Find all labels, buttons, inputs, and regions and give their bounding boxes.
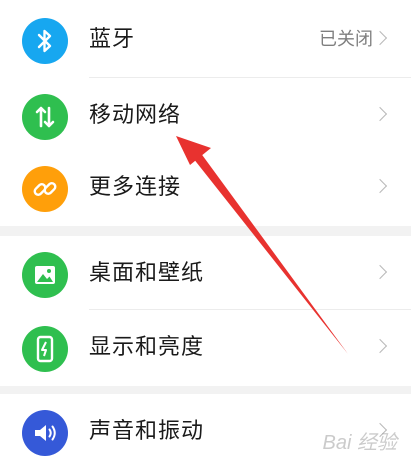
annotation-arrow — [176, 136, 348, 354]
